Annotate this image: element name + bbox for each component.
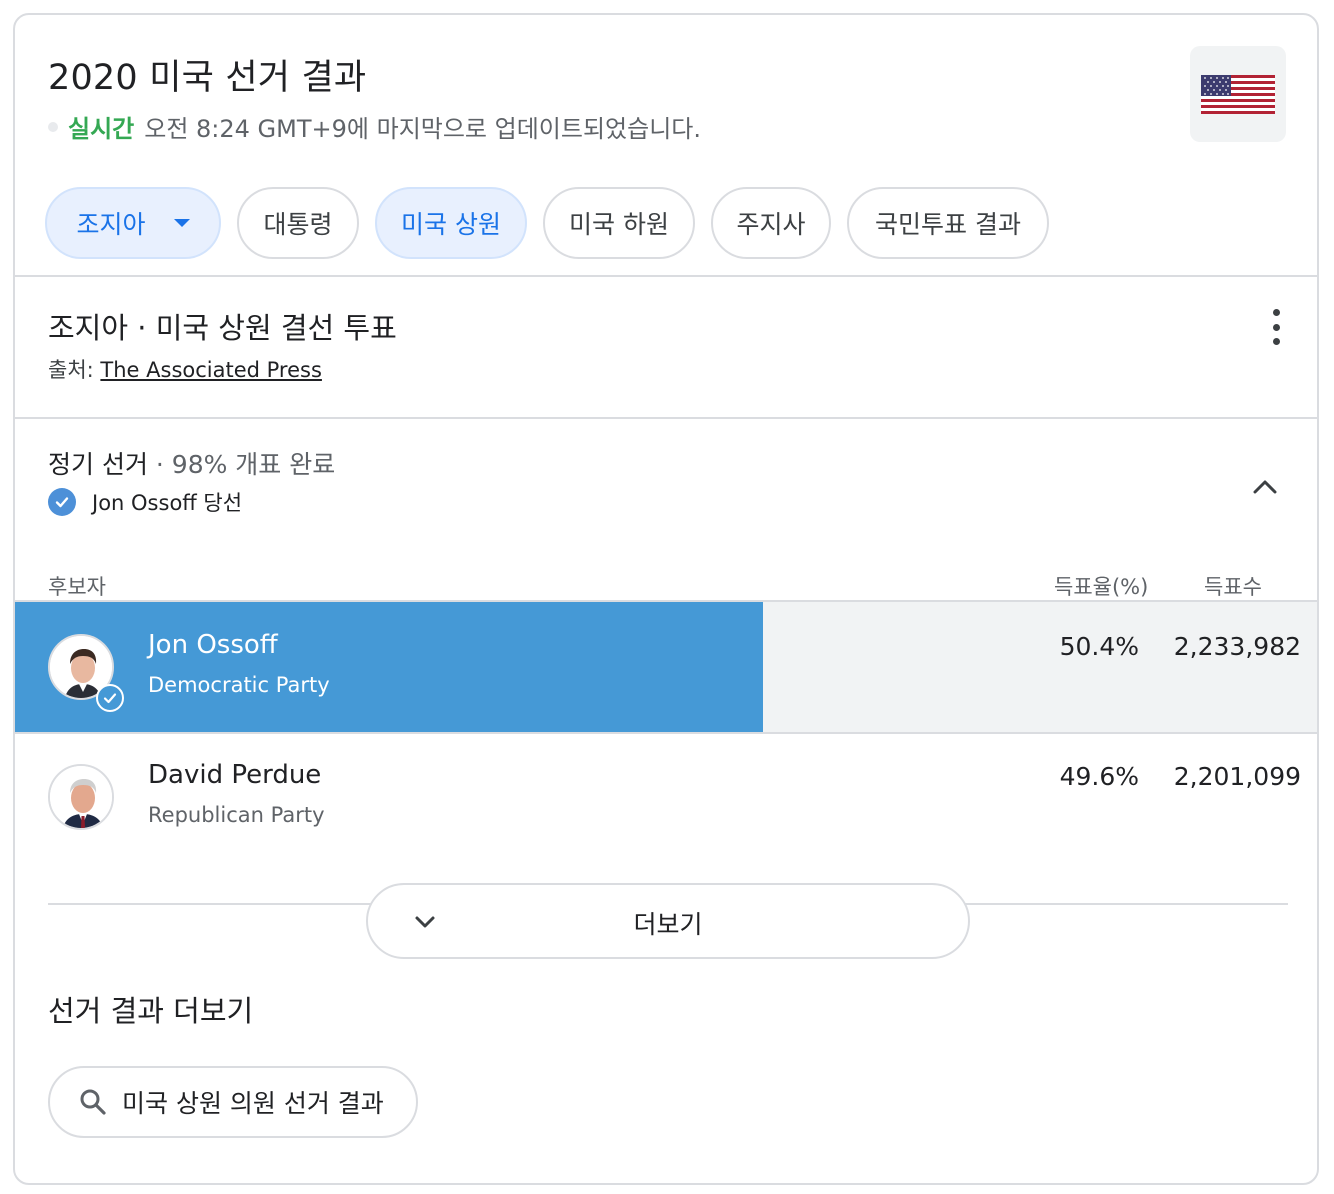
show-more-label: 더보기 xyxy=(633,910,703,939)
winner-text: Jon Ossoff 당선 xyxy=(92,491,243,515)
candidate-percent: 50.4% xyxy=(1059,632,1139,661)
candidate-votes: 2,201,099 xyxy=(1173,762,1301,791)
divider xyxy=(15,417,1317,419)
source-label: 출처: xyxy=(48,358,94,382)
page-title: 2020 미국 선거 결과 xyxy=(48,58,367,98)
dropdown-caret-icon xyxy=(173,219,190,227)
candidate-votes: 2,233,982 xyxy=(1173,632,1301,661)
check-circle-icon xyxy=(48,488,76,516)
us-flag-icon xyxy=(1190,46,1286,142)
tab-label: 미국 하원 xyxy=(569,210,669,239)
tab-label: 미국 상원 xyxy=(401,210,501,239)
chevron-up-icon[interactable] xyxy=(1249,471,1281,503)
candidate-row-jon-ossoff[interactable]: Jon Ossoff Democratic Party 50.4% 2,233,… xyxy=(15,602,1317,732)
tab-label: 주지사 xyxy=(736,210,806,239)
tab-governor[interactable]: 주지사 xyxy=(711,187,831,259)
source-line: 출처: The Associated Press xyxy=(48,354,322,384)
candidate-party: Democratic Party xyxy=(148,673,330,697)
state-dropdown[interactable]: 조지아 xyxy=(45,187,221,259)
vote-share-bar xyxy=(15,602,763,732)
search-suggestion-chip[interactable]: 미국 상원 의원 선거 결과 xyxy=(48,1066,418,1138)
search-suggestion-label: 미국 상원 의원 선거 결과 xyxy=(122,1089,384,1118)
divider xyxy=(15,275,1317,277)
live-update-row: 실시간 오전 8:24 GMT+9에 마지막으로 업데이트되었습니다. xyxy=(48,109,701,144)
candidate-row-david-perdue[interactable]: David Perdue Republican Party 49.6% 2,20… xyxy=(15,732,1317,864)
candidate-name: David Perdue xyxy=(148,760,322,790)
live-dot-icon xyxy=(48,121,58,132)
live-label: 실시간 xyxy=(68,115,135,143)
tab-label: 대통령 xyxy=(263,210,333,239)
column-header-percent: 득표율(%) xyxy=(1054,575,1149,599)
tab-ballot-measures[interactable]: 국민투표 결과 xyxy=(847,187,1049,259)
election-tabs: 조지아 대통령 미국 상원 미국 하원 주지사 국민투표 결과 xyxy=(45,187,1065,259)
source-link[interactable]: The Associated Press xyxy=(100,358,322,382)
election-results-card: 2020 미국 선거 결과 실시간 오전 8:24 GMT+9에 마지막으로 업… xyxy=(13,13,1319,1185)
reporting-status: · 98% 개표 완료 xyxy=(147,450,336,479)
state-dropdown-label: 조지아 xyxy=(76,210,146,239)
tab-us-senate[interactable]: 미국 상원 xyxy=(375,187,527,259)
column-header-votes: 득표수 xyxy=(1204,575,1262,599)
show-more-button[interactable]: 더보기 xyxy=(366,883,970,959)
updated-text: 오전 8:24 GMT+9에 마지막으로 업데이트되었습니다. xyxy=(144,115,701,143)
race-name: 정기 선거 xyxy=(48,450,148,479)
section-title: 조지아 · 미국 상원 결선 투표 xyxy=(48,311,397,345)
tab-president[interactable]: 대통령 xyxy=(237,187,359,259)
race-title: 정기 선거 · 98% 개표 완료 xyxy=(48,445,335,481)
column-header-candidate: 후보자 xyxy=(48,575,106,599)
winner-check-icon xyxy=(96,684,124,712)
candidate-name: Jon Ossoff xyxy=(148,630,278,660)
avatar xyxy=(48,764,114,830)
candidate-party: Republican Party xyxy=(148,803,325,827)
candidate-percent: 49.6% xyxy=(1059,762,1139,791)
more-options-icon[interactable] xyxy=(1264,309,1288,345)
winner-row: Jon Ossoff 당선 xyxy=(48,487,242,517)
search-icon xyxy=(80,1089,106,1115)
more-results-heading: 선거 결과 더보기 xyxy=(48,994,254,1028)
tab-us-house[interactable]: 미국 하원 xyxy=(543,187,695,259)
tab-label: 국민투표 결과 xyxy=(875,210,1021,239)
